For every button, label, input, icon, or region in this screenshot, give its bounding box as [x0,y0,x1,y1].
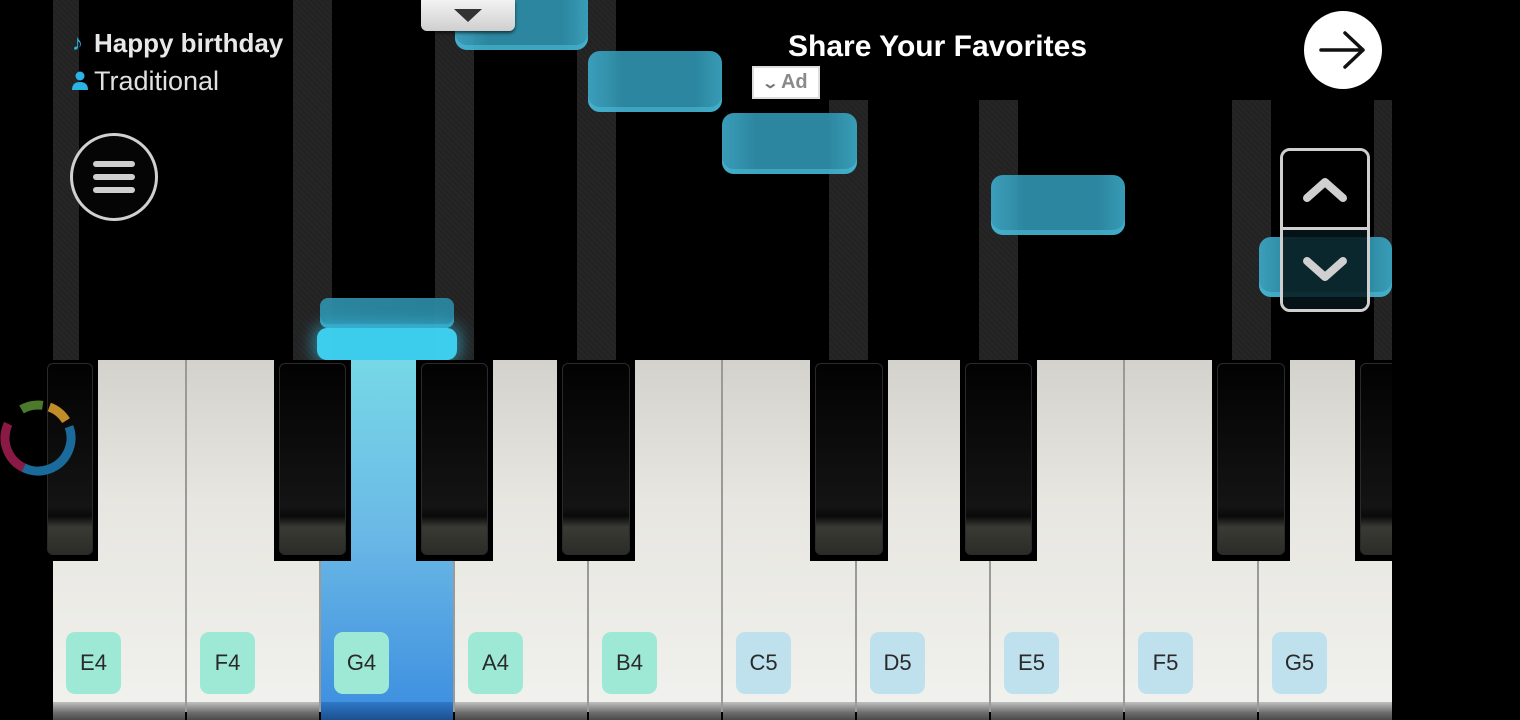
key-base [1125,702,1257,720]
arrow-right-icon [1319,31,1365,69]
note-label: F5 [1138,632,1193,694]
key-surface [562,363,630,555]
key-base [723,702,855,720]
hamburger-menu-icon [93,161,135,167]
key-surface [965,363,1032,555]
song-info: ♪ Happy birthday Traditional [72,24,283,100]
note-label: G5 [1272,632,1327,694]
ad-title[interactable]: Share Your Favorites [788,30,1087,64]
music-note-icon: ♪ [72,30,83,55]
active-note-g4 [317,328,457,360]
key-base [857,702,989,720]
piano-game-screen: ♪ Happy birthday Traditional Share Your … [0,0,1520,720]
right-margin [1392,0,1520,720]
key-surface [421,363,488,555]
note-label: C5 [736,632,791,694]
note-label: B4 [602,632,657,694]
falling-note-b4 [588,51,722,112]
song-title: Happy birthday [94,27,284,58]
lane-f-sharp-5 [1232,100,1271,360]
black-key-g-sharp-4[interactable] [416,360,493,561]
key-surface [1217,363,1285,555]
key-base [187,702,319,720]
hamburger-line [93,187,135,193]
falling-note-c5 [722,113,857,174]
person-icon [72,71,94,91]
black-key-d-sharp-5[interactable] [960,360,1037,561]
scroll-down-button[interactable] [1283,230,1367,309]
octave-scroll-control [1280,148,1370,312]
chevron-up-icon [1303,178,1347,202]
note-label: A4 [468,632,523,694]
song-author-row: Traditional [72,62,283,100]
black-key-a-sharp-4[interactable] [557,360,635,561]
note-label: F4 [200,632,255,694]
key-surface [279,363,346,555]
dropdown-toggle-button[interactable] [421,0,515,31]
black-key-g-sharp-5[interactable] [1355,360,1398,561]
hamburger-line [93,174,135,180]
black-key-f-sharp-5[interactable] [1212,360,1290,561]
key-base [589,702,721,720]
ad-cta-button[interactable] [1304,11,1382,89]
key-base [321,702,453,720]
note-label: E5 [1004,632,1059,694]
note-label: G4 [334,632,389,694]
triangle-down-icon [454,9,482,22]
black-key-f-sharp-4[interactable] [274,360,351,561]
loading-spinner-icon [0,400,76,476]
key-base [455,702,587,720]
falling-note-e5 [991,175,1125,235]
key-surface [815,363,883,555]
ad-badge-label: Ad [780,71,808,93]
lane-g-sharp-5 [1374,100,1392,360]
key-base [1259,702,1392,720]
menu-button[interactable] [70,133,158,221]
note-label: E4 [66,632,121,694]
chevron-down-icon: ⌄ [761,74,780,92]
key-base [53,702,185,720]
chevron-down-icon [1303,256,1347,281]
ad-badge[interactable]: ⌄ Ad [752,66,820,99]
falling-note-g4-tail [320,298,454,328]
note-label: D5 [870,632,925,694]
scroll-up-button[interactable] [1283,151,1367,230]
song-author: Traditional [94,65,220,96]
key-base [991,702,1123,720]
song-title-row: ♪ Happy birthday [72,24,283,62]
black-key-c-sharp-5[interactable] [810,360,888,561]
